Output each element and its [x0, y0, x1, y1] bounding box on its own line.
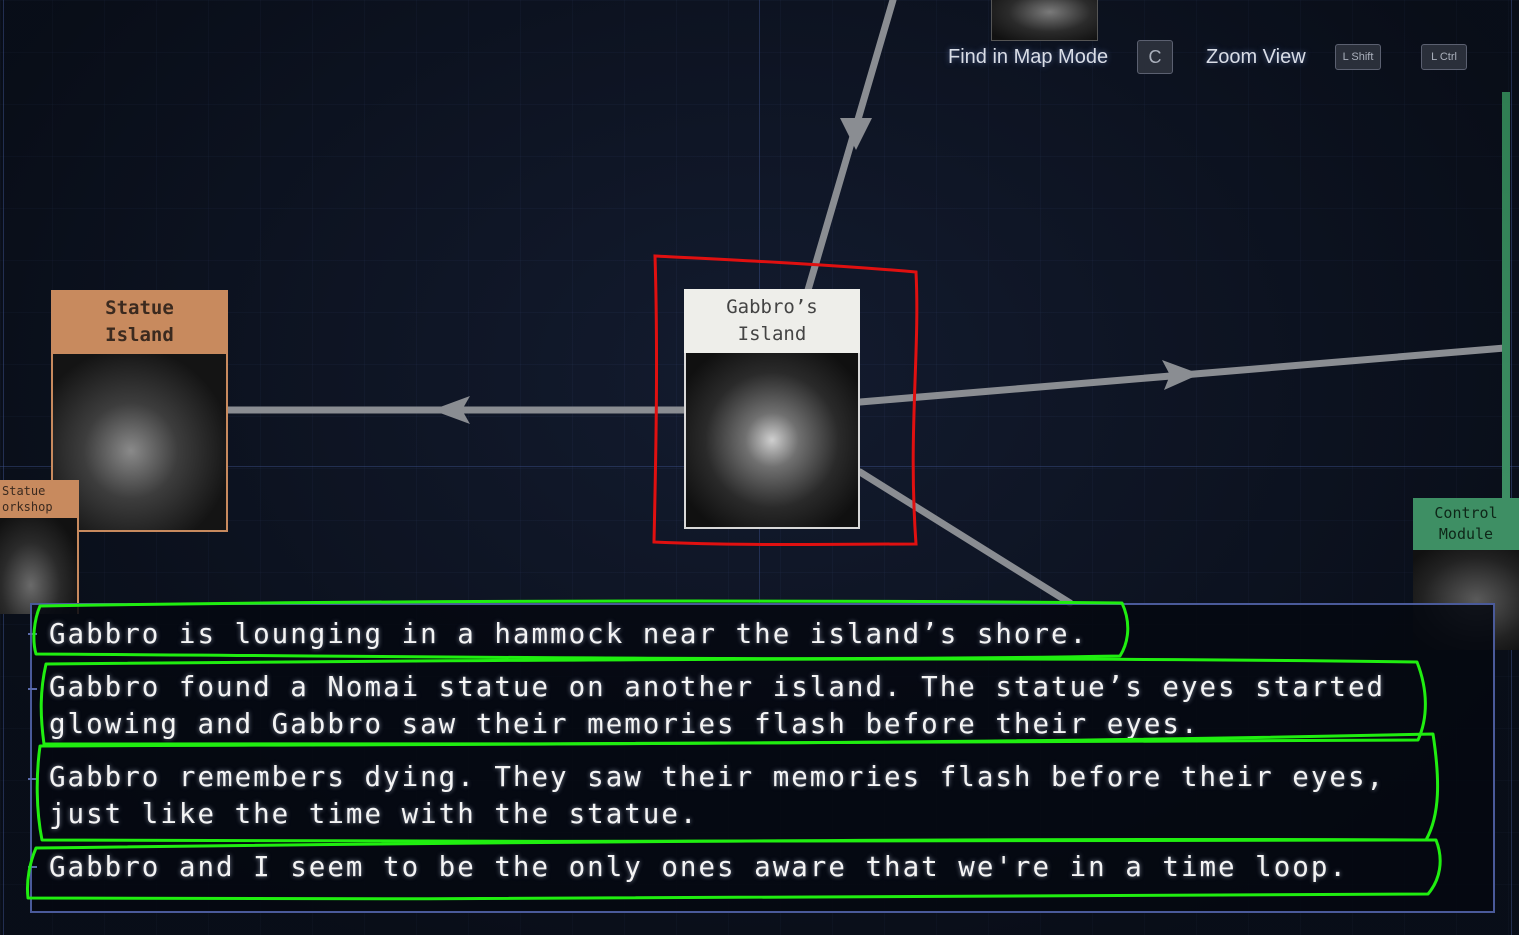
offscreen-card-thumbnail[interactable]	[991, 0, 1098, 41]
entry-marker	[28, 633, 37, 635]
entry-marker	[28, 778, 37, 780]
entry-marker	[28, 866, 37, 868]
card-photo	[0, 518, 79, 614]
card-title: Statue orkshop	[0, 480, 79, 518]
zoom-view-label: Zoom View	[1206, 45, 1306, 68]
key-lctrl-button[interactable]: L Ctrl	[1421, 44, 1467, 70]
selection-annotation-red	[652, 254, 919, 546]
card-title: Statue Island	[51, 290, 228, 354]
key-lshift-button[interactable]: L Shift	[1335, 44, 1381, 70]
log-entry[interactable]: Gabbro and I seem to be the only ones aw…	[49, 849, 1348, 886]
key-c-button[interactable]: C	[1137, 40, 1173, 74]
find-in-map-mode-label: Find in Map Mode	[948, 45, 1109, 68]
card-title: Control Module	[1413, 498, 1519, 550]
log-entry[interactable]: Gabbro is lounging in a hammock near the…	[49, 616, 1088, 653]
connector-top	[804, 0, 897, 294]
log-entry[interactable]: Gabbro remembers dying. They saw their m…	[49, 759, 1385, 833]
log-entry[interactable]: Gabbro found a Nomai statue on another i…	[49, 669, 1385, 743]
entry-marker	[28, 688, 37, 690]
card-statue-workshop[interactable]: Statue orkshop	[0, 480, 79, 614]
arrow-down-icon	[840, 118, 872, 150]
offscreen-card-edge	[1502, 92, 1510, 512]
